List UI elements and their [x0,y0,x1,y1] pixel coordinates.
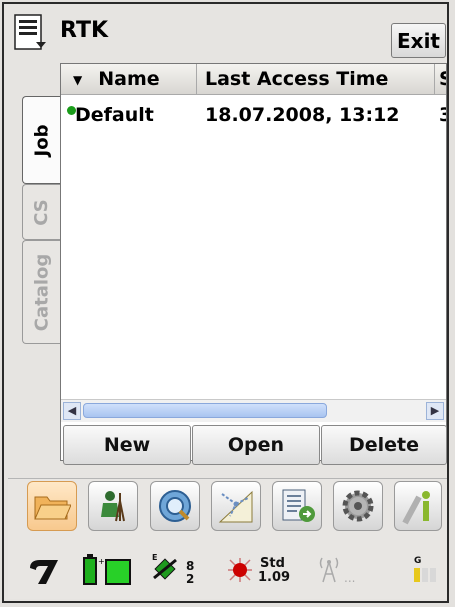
folder-icon [34,496,71,520]
table-row[interactable]: Default 18.07.2008, 13:12 3 [61,100,446,130]
signal-bars-icon: G [414,556,436,582]
satellites-bottom: 2 [186,572,195,586]
horizontal-scrollbar[interactable]: ◀ ▶ [61,399,446,422]
receiver-status-icon[interactable] [26,556,62,590]
survey-tool-button[interactable] [88,481,138,531]
export-tool-button[interactable] [272,481,322,531]
menu-button[interactable] [14,14,48,50]
tab-job-label: Job [30,124,52,156]
scroll-thumb[interactable] [83,403,327,418]
battery-icon[interactable]: + [80,554,136,590]
position-quality-icon[interactable] [226,556,254,588]
surveyor-icon [101,491,125,522]
scroll-left-icon[interactable]: ◀ [63,402,81,420]
app-title: RTK [60,18,109,43]
exit-button[interactable]: Exit [391,23,446,58]
solution-value: 1.09 [258,570,291,585]
gear-icon [342,490,374,522]
gsm-signal[interactable]: G [410,554,440,588]
radio-dots: ... [344,571,356,585]
tab-cs-label: CS [30,198,52,226]
triangle-survey-icon [218,490,253,523]
svg-text:E: E [152,553,157,562]
sort-down-icon: ▼ [73,72,83,87]
column-s[interactable]: S [435,64,446,94]
windows-menu-icon [14,14,46,50]
tab-cs[interactable]: CS [22,184,60,240]
tab-catalog[interactable]: Catalog [22,240,60,344]
svg-text:+: + [98,557,105,566]
radio-tower-icon [319,557,339,583]
settings-tool-button[interactable] [333,481,383,531]
solution-label: Std [260,556,285,571]
row-last-access: 18.07.2008, 13:12 [205,104,400,126]
svg-text:G: G [414,556,421,566]
column-name[interactable]: ▼ Name [61,64,197,94]
satellite-status[interactable]: E [152,552,178,586]
new-button[interactable]: New [63,425,191,465]
delete-button[interactable]: Delete [321,425,447,465]
row-name: Default [75,104,154,126]
jobs-tool-button[interactable] [27,481,77,531]
view-tool-button[interactable] [150,481,200,531]
tab-catalog-label: Catalog [31,253,52,331]
row-s: 3 [439,100,446,130]
export-icon [282,489,315,522]
scroll-right-icon[interactable]: ▶ [426,402,444,420]
radio-status[interactable] [316,554,342,588]
tab-job[interactable]: Job [22,96,60,184]
satellites-top: 8 [186,559,195,573]
job-list: ▼ Name Last Access Time S Default 18.07.2… [60,63,447,461]
open-button[interactable]: Open [192,425,320,465]
satellite-icon: E [152,553,177,580]
column-name-label: Name [98,68,160,90]
magnifier-icon [159,490,191,522]
table-header: ▼ Name Last Access Time S [61,64,446,95]
info-tool-button[interactable] [394,481,442,531]
cogo-tool-button[interactable] [211,481,261,531]
info-icon [402,491,430,525]
column-last-access[interactable]: Last Access Time [197,64,435,94]
